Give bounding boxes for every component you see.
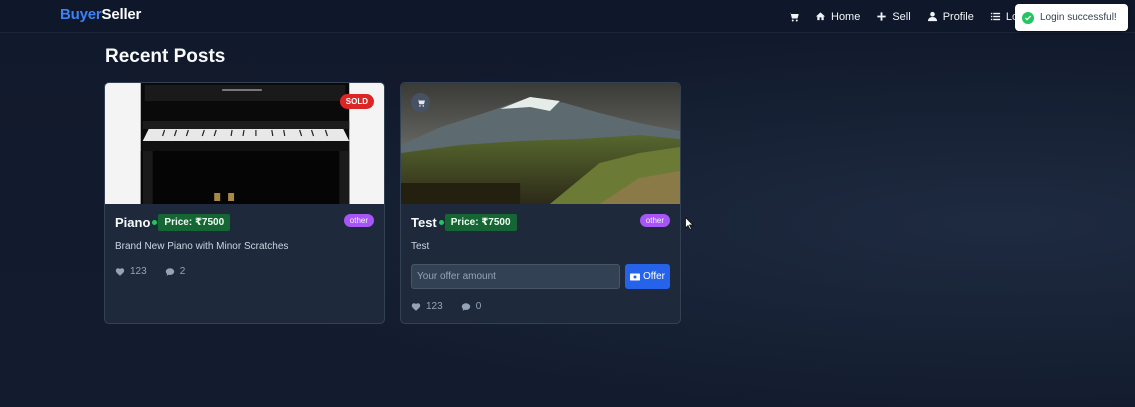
- plus-icon: [877, 12, 886, 21]
- nav-home-label: Home: [831, 10, 861, 23]
- post-image: [401, 83, 680, 204]
- sold-badge: SOLD: [339, 94, 374, 109]
- comments-count: 0: [475, 301, 482, 312]
- price-tag: Price: ₹7500: [158, 214, 231, 231]
- category-badge: other: [639, 214, 670, 227]
- post-title-row: Test Price: ₹7500: [411, 214, 517, 231]
- money-icon: [629, 273, 640, 280]
- post-description: Test: [411, 241, 430, 252]
- offer-button-label: Offer: [642, 271, 666, 282]
- comments-count: 2: [179, 266, 186, 277]
- status-dot: [152, 220, 158, 225]
- nav-profile-label: Profile: [942, 10, 974, 23]
- post-title: Test: [411, 215, 437, 230]
- heart-icon[interactable]: [411, 302, 421, 312]
- nav-links: Home Sell Profile Logou: [788, 0, 1052, 33]
- comment-icon[interactable]: [461, 302, 471, 312]
- cart-icon: [789, 12, 799, 21]
- nav-home[interactable]: Home: [815, 11, 860, 23]
- offer-button[interactable]: Offer: [625, 264, 670, 289]
- post-stats: 123 2: [115, 266, 185, 277]
- top-navbar: BuyerSeller Home Sell Profile Logou: [0, 0, 1135, 33]
- post-description: Brand New Piano with Minor Scratches: [115, 241, 289, 252]
- post-image: SOLD: [105, 83, 384, 204]
- cart-badge[interactable]: [411, 93, 430, 112]
- toast-message: Login successful!: [1040, 12, 1117, 23]
- price-tag: Price: ₹7500: [444, 214, 517, 231]
- brand-part-buyer: Buyer: [60, 6, 102, 23]
- page-title: Recent Posts: [105, 46, 226, 67]
- list-icon: [990, 12, 1000, 21]
- offer-form: Offer: [411, 264, 670, 289]
- post-card[interactable]: SOLD Piano Price: ₹7500 other Brand New …: [104, 82, 385, 324]
- offer-amount-input[interactable]: [411, 264, 620, 289]
- category-badge: other: [343, 214, 374, 227]
- brand-part-seller: Seller: [101, 6, 142, 23]
- nav-sell-label: Sell: [892, 10, 911, 23]
- status-dot: [438, 220, 444, 225]
- likes-count: 123: [426, 301, 443, 312]
- heart-icon[interactable]: [115, 267, 125, 277]
- mouse-cursor-icon: [685, 217, 694, 230]
- post-title-row: Piano Price: ₹7500: [115, 214, 231, 231]
- post-stats: 123 0: [411, 301, 481, 312]
- home-icon: [815, 12, 826, 21]
- post-card[interactable]: Test Price: ₹7500 other Test Offer 123 0: [400, 82, 681, 324]
- brand-logo[interactable]: BuyerSeller: [60, 6, 141, 23]
- comment-icon[interactable]: [165, 267, 175, 277]
- likes-count: 123: [130, 266, 147, 277]
- nav-sell[interactable]: Sell: [876, 10, 911, 23]
- cart-icon: [416, 98, 425, 107]
- login-toast[interactable]: Login successful!: [1015, 4, 1128, 31]
- post-title: Piano: [115, 215, 151, 230]
- check-circle-icon: [1022, 11, 1034, 24]
- user-icon: [927, 11, 937, 22]
- nav-cart[interactable]: [788, 11, 800, 23]
- nav-profile[interactable]: Profile: [927, 11, 974, 23]
